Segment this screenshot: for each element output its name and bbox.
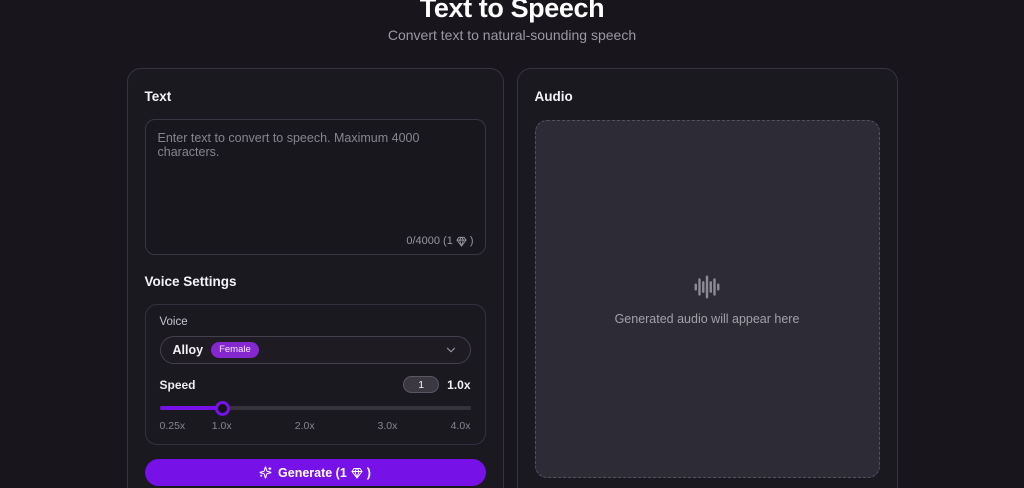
audio-output-panel: Audio Generated audio will appear here [516,68,898,488]
voice-select[interactable]: Alloy Female [159,336,471,364]
character-counter-text: 0/4000 (1 [406,235,453,247]
gem-icon [456,236,467,247]
audio-empty-text: Generated audio will appear here [614,312,800,326]
voice-settings-card: Voice Alloy Female Speed 1 1.0x 0.25x 1.… [144,304,486,445]
character-counter: 0/4000 (1 ) [406,235,473,247]
chevron-down-icon [444,343,458,357]
page-header: Text to Speech Convert text to natural-s… [0,0,1024,44]
voice-settings-heading: Voice Settings [144,274,237,289]
speed-tick: 0.25x [159,420,186,432]
generate-button-label: Generate (1 [278,465,347,480]
audio-empty-state: Generated audio will appear here [534,120,880,478]
gem-icon [351,467,363,479]
audio-waveform-icon [692,272,722,302]
speed-slider[interactable] [159,401,471,416]
sparkles-icon [259,466,272,479]
text-input-panel: Text 0/4000 (1 ) Voice Settings Voice Al… [126,68,504,488]
page-title: Text to Speech [419,0,605,23]
generate-button-label-close: ) [366,465,371,480]
speed-tick: 2.0x [294,420,315,432]
speed-tick: 1.0x [211,420,232,432]
speed-tick: 3.0x [377,420,398,432]
generate-button[interactable]: Generate (1 ) [144,459,486,486]
character-counter-close: ) [469,235,474,247]
voice-gender-badge: Female [211,342,259,358]
speed-slider-fill [159,406,222,410]
voice-label: Voice [159,316,188,328]
audio-panel-heading: Audio [534,89,573,104]
speed-label: Speed [159,377,196,392]
text-panel-heading: Text [144,89,172,104]
speed-display: 1.0x [447,377,471,392]
speed-tick: 4.0x [450,420,471,432]
speed-slider-thumb[interactable] [214,401,230,416]
speed-row: Speed 1 1.0x [160,376,471,393]
main-content: Text 0/4000 (1 ) Voice Settings Voice Al… [0,68,1024,488]
page-subtitle: Convert text to natural-sounding speech [387,27,637,43]
selected-voice: Alloy [172,343,204,357]
text-input-container: 0/4000 (1 ) [144,119,486,255]
text-input[interactable] [145,120,485,254]
speed-value-input[interactable]: 1 [403,376,440,393]
speed-tick-labels: 0.25x 1.0x 2.0x 3.0x 4.0x [160,420,471,433]
